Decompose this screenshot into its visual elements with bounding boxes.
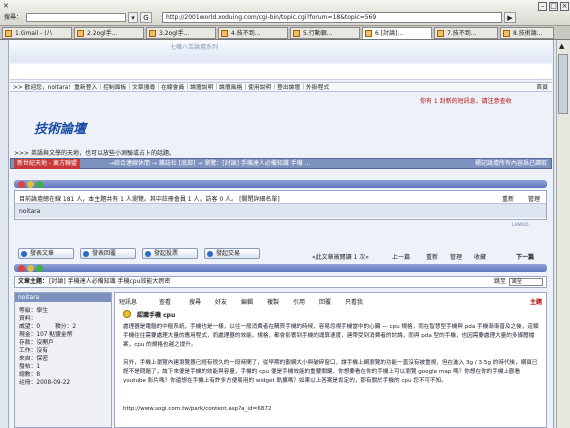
post-content: 短訊息 查看 搜尋 好友 編輯 複製 引用 回覆 只看我 主題 認識手機 cpu… (114, 292, 547, 428)
close-dot-icon (18, 180, 25, 188)
page-icon (293, 30, 300, 37)
new-topic-icon (21, 251, 27, 257)
goto-select[interactable]: 跳至 (509, 278, 543, 286)
close-tab-icon[interactable]: ✕ (3, 2, 9, 10)
search-input[interactable] (26, 13, 126, 22)
max-dot-icon (36, 180, 43, 188)
only-me-tool[interactable]: 只看我 (345, 297, 363, 306)
scroll-up-icon[interactable]: ▲ (559, 42, 564, 50)
footer-logo: LAIWOO (512, 222, 529, 227)
search-tool[interactable]: 搜尋 (189, 297, 201, 306)
post-header-bar (14, 264, 547, 272)
trade-button[interactable]: 發起交易 (204, 248, 260, 259)
forum-slogan: >>> 英語與文學的天地，也可以放些小測驗或占卜的話題。 (14, 150, 175, 157)
breadcrumb-path[interactable]: →綜合連線休閒 → 雜誌社 [底部] → 瀏覽：[討論] 手機達人必備知識 手機… (109, 159, 310, 169)
source-link[interactable]: http://www.sogi.com.tw/park/content.asp?… (123, 405, 539, 414)
go-search-icon[interactable]: G (140, 12, 152, 23)
topic-title: [討論] 手機達人必備知識 手機cpu效能大跨密 (49, 278, 171, 285)
user-panel: noitara 等級：學生 資料： 威望：0 積分：2 現金：107 點盟金幣 … (14, 292, 112, 428)
collect-link[interactable]: 收藏 (474, 252, 486, 261)
page-icon (221, 30, 228, 37)
view-count: «此文章被閱讀 1 次» (312, 254, 369, 261)
online-header-bar (14, 180, 547, 188)
trade-icon (207, 251, 213, 257)
post-title: 認識手機 cpu (137, 312, 176, 319)
search-label: 搜尋： (4, 14, 23, 21)
close-dot-icon (18, 264, 25, 272)
new-topic-button[interactable]: 發表文章 (18, 248, 74, 259)
scroll-thumb[interactable] (558, 54, 568, 114)
online-count: 目前論壇總在線 181 人，本主題共有 1 人瀏覽。其中註冊會員 1 人，訪客 … (19, 196, 280, 203)
tab-3[interactable]: 3.2ogl手... (146, 27, 216, 39)
page-icon (149, 30, 156, 37)
address-bar[interactable]: http://2001world.xoduing.com/cgi-bin/top… (162, 12, 502, 23)
mark-read-link[interactable]: 標記論壇所有內容爲已讀取 (475, 159, 547, 169)
username[interactable]: noitara (15, 293, 111, 302)
tab-8[interactable]: 8.技術論... (500, 27, 554, 39)
topic-label: 文章主題： (18, 278, 49, 285)
edit-tool[interactable]: 編輯 (241, 297, 253, 306)
online-user[interactable]: noitara (19, 208, 40, 215)
poll-button[interactable]: 發起投票 (142, 248, 198, 259)
tab-5[interactable]: 5.行動銀... (290, 27, 360, 39)
online-stats-box: 目前論壇總在線 181 人，本主題共有 1 人瀏覽。其中註冊會員 1 人，訪客 … (14, 190, 547, 220)
forum-menu-links[interactable]: >> 歡迎您，noitara！重新登入｜控制面板｜文章搜尋｜在線會員｜論壇說明｜… (10, 85, 329, 91)
page-icon (503, 30, 510, 37)
banner-text: 七嘴八舌論壇系列 (170, 44, 219, 51)
page-icon (365, 30, 372, 37)
page-icon (437, 30, 444, 37)
close-window-icon[interactable]: × (560, 2, 569, 11)
quote-tool[interactable]: 引用 (293, 297, 305, 306)
tab-strip: 1.Gmail - (八 2.2ogl手... 3.2ogl手... 4.技不到… (0, 26, 570, 40)
tab-2[interactable]: 2.2ogl手... (74, 27, 144, 39)
poll-icon (145, 251, 151, 257)
breadcrumb-forum[interactable]: 新世紀天地 - 東方聯盟 (14, 159, 80, 169)
reply-tool[interactable]: 回覆 (319, 297, 331, 306)
min-dot-icon (27, 264, 34, 272)
manage-link-2[interactable]: 管理 (450, 252, 462, 261)
post-paragraph-1: 處理器是電腦的中樞系統，手機也是一樣，以往一般消費者在購買手機的時候，容易忽視手… (123, 324, 539, 348)
maximize-icon[interactable]: □ (549, 2, 558, 11)
page-icon (5, 30, 12, 37)
breadcrumb: 新世紀天地 - 東方聯盟 →綜合連線休閒 → 雜誌社 [底部] → 瀏覽：[討論… (10, 158, 552, 169)
search-dropdown-icon[interactable]: ▾ (128, 12, 138, 23)
min-dot-icon (27, 180, 34, 188)
forum-logo: 技術論壇 (34, 122, 87, 137)
page-icon (77, 30, 84, 37)
banner-strip (10, 64, 552, 80)
next-topic-link[interactable]: 下一篇 (516, 252, 534, 261)
tab-6-active[interactable]: 6.[討論]... (362, 27, 432, 39)
user-registered: 註冊：2008-09-22 (19, 380, 71, 386)
view-tool[interactable]: 查看 (159, 297, 171, 306)
go-button-icon[interactable]: ▶ (504, 12, 516, 23)
reply-icon (83, 251, 89, 257)
minimize-icon[interactable]: – (538, 2, 547, 11)
tab-7[interactable]: 7.技不到... (434, 27, 498, 39)
friend-tool[interactable]: 好友 (215, 297, 227, 306)
goto-label: 跳至 (493, 278, 506, 285)
post-paragraph-2: 另外，手機上瀏覽內建瀏覽器已經有很久的一段時間了，從早期的觀網大小與破碎窗口，讓… (123, 360, 538, 384)
tab-1[interactable]: 1.Gmail - (八 (2, 27, 72, 39)
manage-link[interactable]: 管理 (528, 194, 540, 203)
forum-menu: >> 歡迎您，noitara！重新登入｜控制面板｜文章搜尋｜在線會員｜論壇說明｜… (10, 82, 552, 92)
refresh-link-2[interactable]: 重新 (426, 252, 438, 261)
topic-title-bar: 文章主題： [討論] 手機達人必備知識 手機cpu效能大跨密 跳至 跳至 (14, 276, 547, 288)
prev-topic-link[interactable]: 上一篇 (392, 252, 410, 261)
max-dot-icon (36, 264, 43, 272)
main-label: 主題 (529, 299, 542, 306)
refresh-link[interactable]: 重新 (502, 194, 514, 203)
smiley-icon (123, 310, 131, 318)
new-message-notice[interactable]: 你有 1 封新的短訊息，請注意查收 (420, 96, 512, 105)
pm-tool[interactable]: 短訊息 (119, 297, 137, 306)
forum-banner: 七嘴八舌論壇系列 (10, 40, 552, 62)
reply-button[interactable]: 發表回覆 (80, 248, 136, 259)
tab-4[interactable]: 4.技不到... (218, 27, 288, 39)
copy-tool[interactable]: 複製 (267, 297, 279, 306)
home-link[interactable]: 首頁 (536, 83, 548, 93)
browser-toolbar: ✕ 搜尋： ▾ G http://2001world.xoduing.com/c… (0, 0, 570, 26)
